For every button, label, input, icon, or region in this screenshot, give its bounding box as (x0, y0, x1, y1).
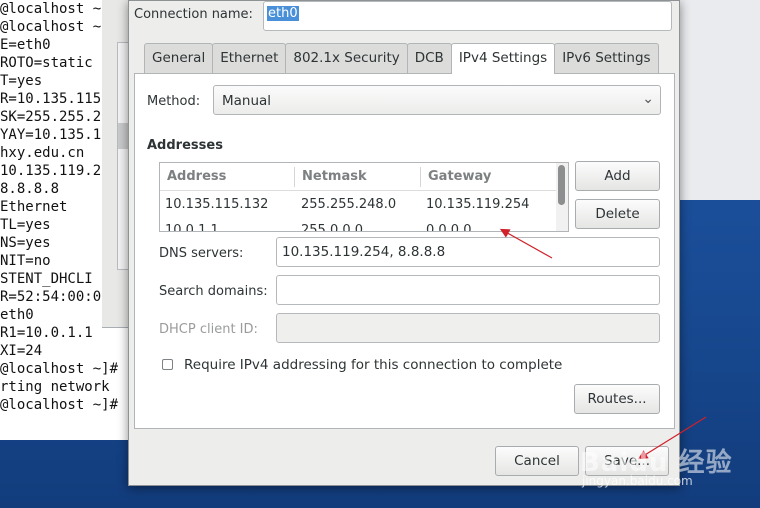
method-select[interactable]: Manual ⌄ (213, 85, 661, 115)
ipv4-settings-panel: Method: Manual ⌄ Addresses Address Netma… (134, 73, 675, 429)
connection-name-value: eth0 (267, 6, 299, 21)
addresses-scrollbar[interactable] (556, 163, 568, 231)
require-ipv4-label[interactable]: Require IPv4 addressing for this connect… (184, 357, 562, 373)
tab-ipv4-settings[interactable]: IPv4 Settings (450, 43, 556, 74)
search-domains-label: Search domains: (159, 284, 268, 299)
tab-8021x-security[interactable]: 802.1x Security (285, 43, 408, 73)
tab-ethernet[interactable]: Ethernet (212, 43, 287, 73)
addresses-table[interactable]: Address Netmask Gateway 10.135.115.132 2… (159, 162, 569, 232)
table-row[interactable]: 10.0.1.1 255.0.0.0 0.0.0.0 (160, 219, 556, 232)
table-row[interactable]: 10.135.115.132 255.255.248.0 10.135.119.… (160, 193, 556, 219)
tab-dcb[interactable]: DCB (406, 43, 452, 73)
gateway-cell: 0.0.0.0 (426, 223, 472, 232)
method-value: Manual (222, 93, 272, 109)
connection-name-row: Connection name: eth0 (129, 1, 681, 31)
chevron-down-icon: ⌄ (642, 91, 654, 107)
dhcp-client-id-input (276, 313, 660, 343)
addresses-table-header: Address Netmask Gateway (160, 163, 556, 191)
add-button[interactable]: Add (575, 161, 660, 191)
routes-button[interactable]: Routes... (574, 384, 660, 414)
terminal-line: rting network (0, 379, 110, 395)
watermark: Baidu 经验 jingyan.baidu.com (580, 442, 750, 498)
address-cell: 10.0.1.1 (165, 223, 219, 232)
terminal-line: @localhost ~]# (0, 361, 119, 377)
terminal-line: @localhost ~]# (0, 397, 119, 413)
netmask-cell: 255.0.0.0 (301, 223, 364, 232)
cancel-button[interactable]: Cancel (495, 446, 579, 476)
tab-ipv6-settings[interactable]: IPv6 Settings (554, 43, 659, 73)
column-address[interactable]: Address (167, 169, 226, 184)
gateway-cell: 10.135.119.254 (426, 197, 530, 212)
addresses-title: Addresses (147, 138, 223, 153)
tab-general[interactable]: General (144, 43, 214, 73)
connection-name-label: Connection name: (134, 7, 253, 22)
dhcp-client-id-label: DHCP client ID: (159, 322, 258, 337)
terminal-line: XI=24 (0, 343, 43, 359)
search-domains-input[interactable] (276, 275, 660, 305)
dns-servers-label: DNS servers: (159, 246, 244, 261)
column-netmask[interactable]: Netmask (302, 169, 367, 184)
network-connection-dialog: Connection name: eth0 General Ethernet 8… (128, 0, 680, 486)
watermark-url: jingyan.baidu.com (582, 474, 693, 488)
delete-button[interactable]: Delete (575, 199, 660, 229)
require-ipv4-checkbox[interactable] (162, 359, 173, 370)
settings-tabs: General Ethernet 802.1x Security DCB IPv… (144, 43, 659, 74)
connection-name-input[interactable]: eth0 (263, 1, 672, 31)
dns-servers-input[interactable]: 10.135.119.254, 8.8.8.8 (276, 237, 660, 267)
address-cell: 10.135.115.132 (165, 197, 269, 212)
netmask-cell: 255.255.248.0 (301, 197, 397, 212)
column-gateway[interactable]: Gateway (428, 169, 491, 184)
method-label: Method: (147, 94, 201, 109)
